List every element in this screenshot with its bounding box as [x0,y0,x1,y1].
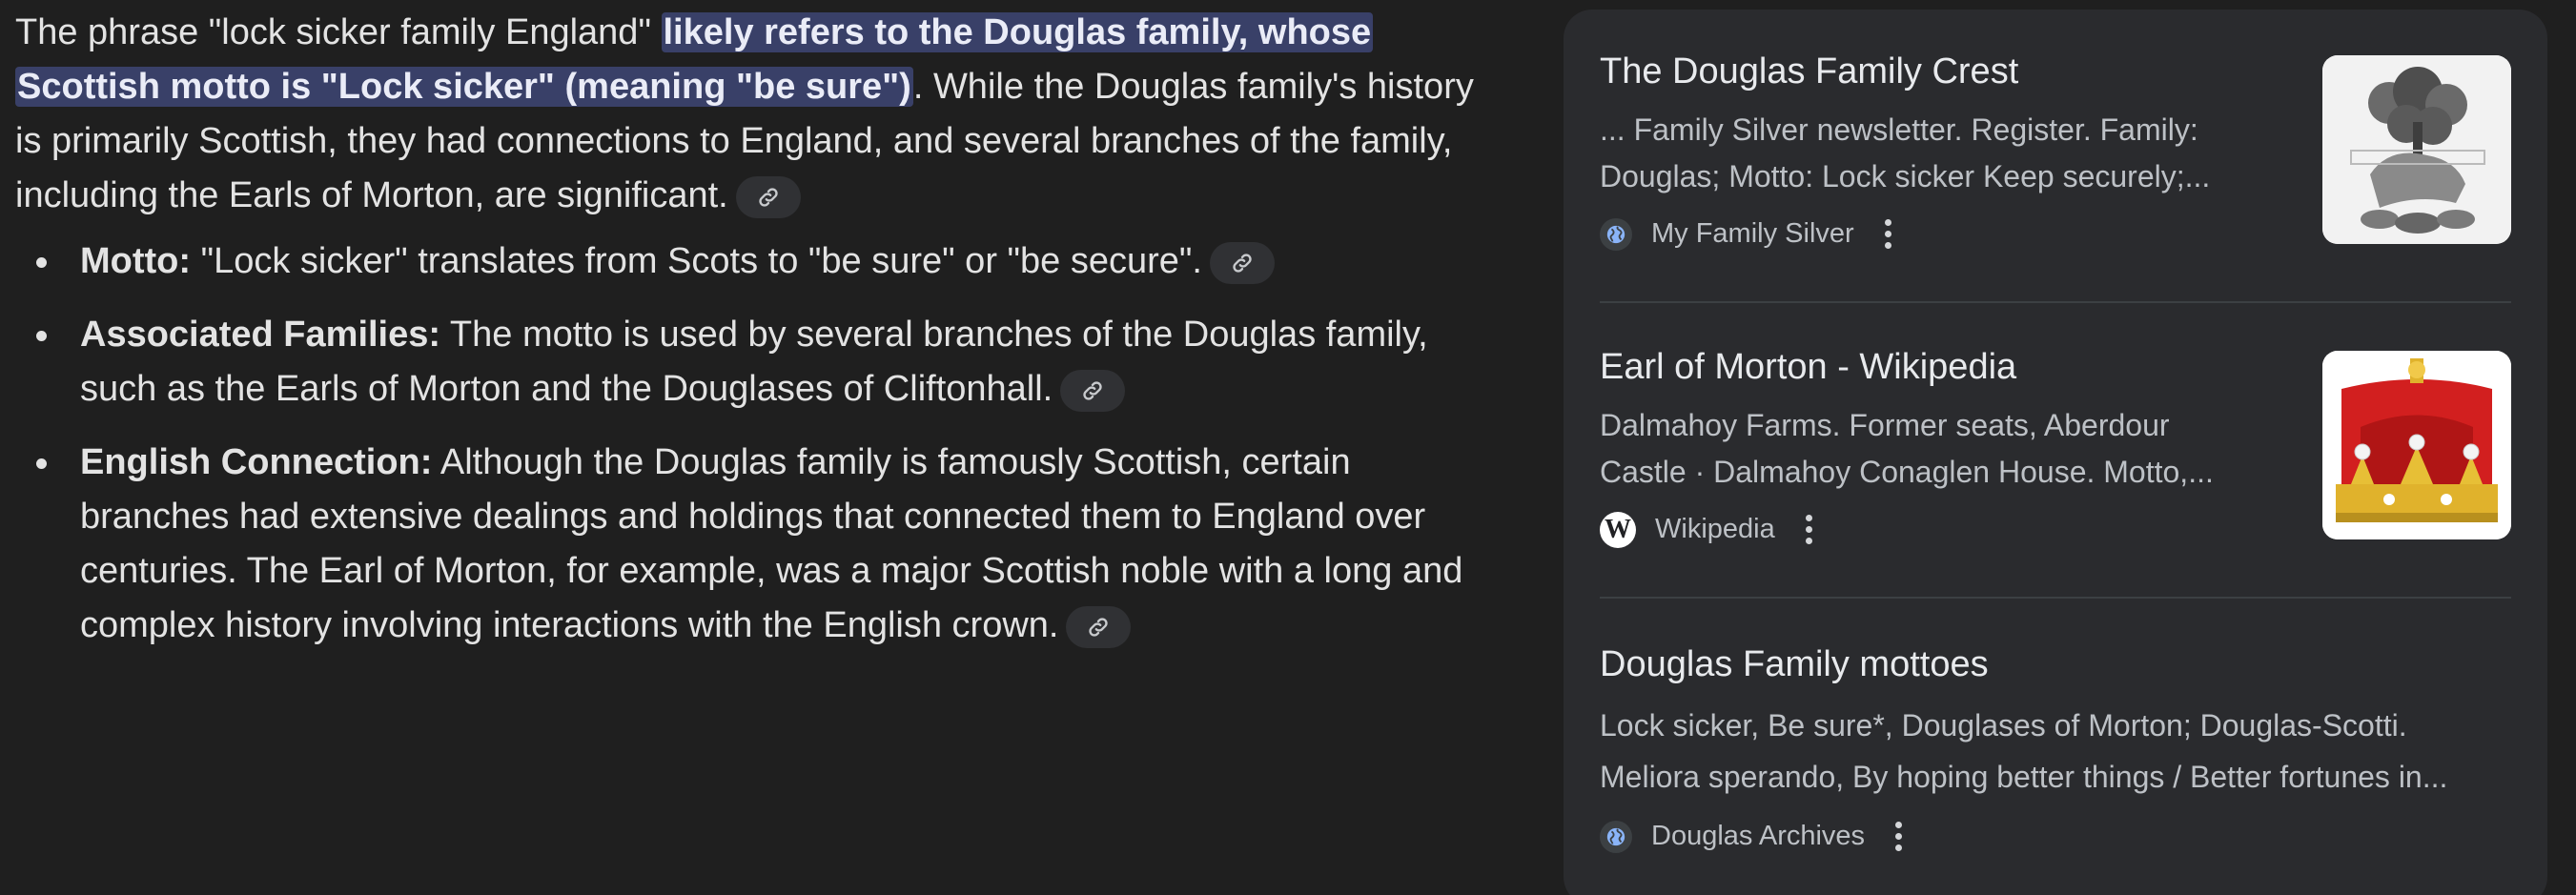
more-options-icon[interactable] [1800,511,1818,548]
link-icon [1083,381,1102,400]
divider [1600,301,2511,303]
link-icon [1233,254,1252,273]
coronet-image [2322,351,2511,539]
bullet-text: "Lock sicker" translates from Scots to "… [191,241,1202,281]
bullet-term: Associated Families: [80,315,441,355]
globe-icon [1600,820,1632,853]
citation-link-button[interactable] [735,175,801,218]
citation-link-button[interactable] [1066,605,1132,648]
link-icon [1089,618,1109,637]
source-card-douglas-crest[interactable]: The Douglas Family Crest ... Family Silv… [1600,50,2511,278]
citation-link-button[interactable] [1060,369,1126,412]
list-item: Associated Families: The motto is used b… [15,308,1483,417]
source-name: My Family Silver [1651,218,1854,249]
bullet-term: English Connection: [80,442,433,482]
source-thumbnail-crest[interactable] [2322,55,2511,244]
source-card-douglas-mottoes[interactable]: Douglas Family mottoes Lock sicker, Be s… [1600,642,2511,890]
answer-bullet-list: Motto: "Lock sicker" translates from Sco… [15,234,1483,653]
source-title[interactable]: Douglas Family mottoes [1600,642,2511,686]
list-item: Motto: "Lock sicker" translates from Sco… [15,234,1483,289]
sources-panel: The Douglas Family Crest ... Family Silv… [1564,10,2547,895]
ai-answer: The phrase "lock sicker family England" … [15,6,1483,672]
citation-link-button[interactable] [1209,241,1275,284]
list-item: English Connection: Although the Douglas… [15,436,1483,653]
snippet-line: Meliora sperando, By hoping better thing… [1600,760,2448,794]
more-options-icon[interactable] [1879,215,1897,253]
more-options-icon[interactable] [1890,818,1908,855]
intro-text: The phrase "lock sicker family England" [15,12,662,52]
source-name: Douglas Archives [1651,821,1866,851]
answer-intro: The phrase "lock sicker family England" … [15,6,1483,223]
wikipedia-icon: W [1600,511,1636,548]
crest-image [2322,55,2511,244]
divider [1600,597,2511,599]
bullet-dot [36,458,47,469]
bullet-dot [36,257,47,268]
source-card-earl-of-morton[interactable]: Earl of Morton - Wikipedia Dalmahoy Farm… [1600,345,2511,574]
source-name: Wikipedia [1655,514,1775,544]
link-icon [759,188,778,207]
bullet-term: Motto: [80,241,192,281]
snippet-line: Lock sicker, Be sure*, Douglases of Mort… [1600,708,2407,742]
globe-icon [1600,217,1632,251]
source-snippet: Lock sicker, Be sure*, Douglases of Mort… [1600,700,2511,803]
source-attribution: Douglas Archives [1600,818,2511,855]
source-thumbnail-coronet[interactable] [2322,351,2511,539]
bullet-dot [36,331,47,341]
